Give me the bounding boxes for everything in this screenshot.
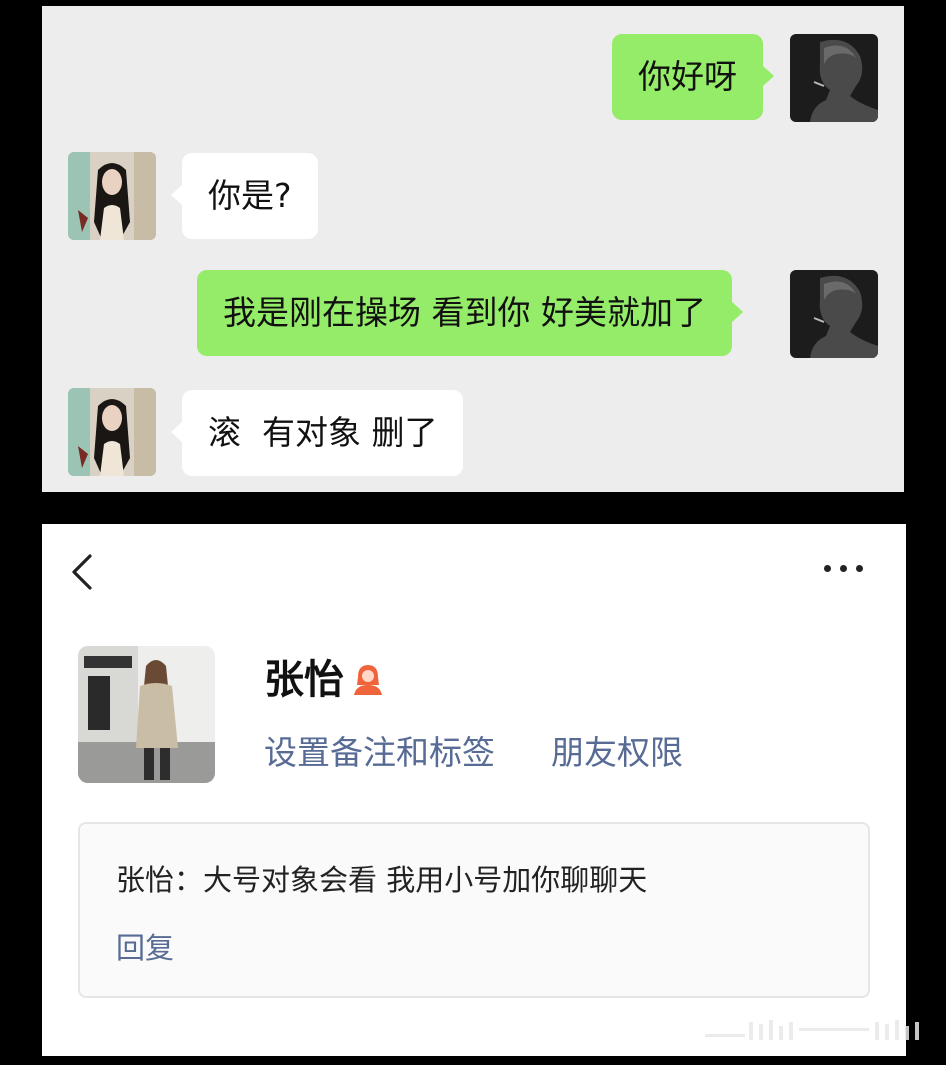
- contact-name: 张怡: [264, 657, 344, 703]
- received-message-bubble[interactable]: 你是?: [171, 153, 318, 239]
- female-person-icon: [350, 661, 386, 697]
- friend-request-message-card: 张怡：大号对象会看 我用小号加你聊聊天 回复: [78, 822, 870, 998]
- my-avatar[interactable]: [790, 270, 878, 358]
- my-avatar[interactable]: [790, 34, 878, 122]
- profile-avatar[interactable]: [78, 646, 215, 783]
- contact-avatar[interactable]: [68, 152, 156, 240]
- watermark: [705, 1018, 925, 1044]
- profile-panel: 张怡 设置备注和标签 朋友权限 张怡：大号对象会看 我用小号加你聊聊天 回复: [42, 524, 906, 1056]
- chevron-left-icon[interactable]: [68, 552, 98, 592]
- reply-link[interactable]: 回复: [116, 926, 174, 970]
- set-remark-and-tags-link[interactable]: 设置备注和标签: [264, 728, 495, 778]
- man-silhouette-image: [790, 270, 878, 358]
- sent-message-bubble[interactable]: 我是刚在操场 看到你 好美就加了: [197, 270, 743, 356]
- chat-panel: 你好呀 你是? 我是刚在操场 看到你 好美就加了 滚 有对象 删了: [42, 6, 904, 492]
- man-silhouette-image: [790, 34, 878, 122]
- woman-photo-image: [68, 388, 156, 476]
- more-dots-icon[interactable]: [822, 560, 866, 576]
- sent-message-bubble[interactable]: 你好呀: [612, 34, 774, 120]
- woman-photo-image: [68, 152, 156, 240]
- received-message-bubble[interactable]: 滚 有对象 删了: [170, 390, 464, 476]
- contact-avatar[interactable]: [68, 388, 156, 476]
- greeting-message: 张怡：大号对象会看 我用小号加你聊聊天: [116, 863, 648, 897]
- woman-standing-photo-image: [78, 646, 215, 783]
- friend-permission-link[interactable]: 朋友权限: [551, 728, 683, 778]
